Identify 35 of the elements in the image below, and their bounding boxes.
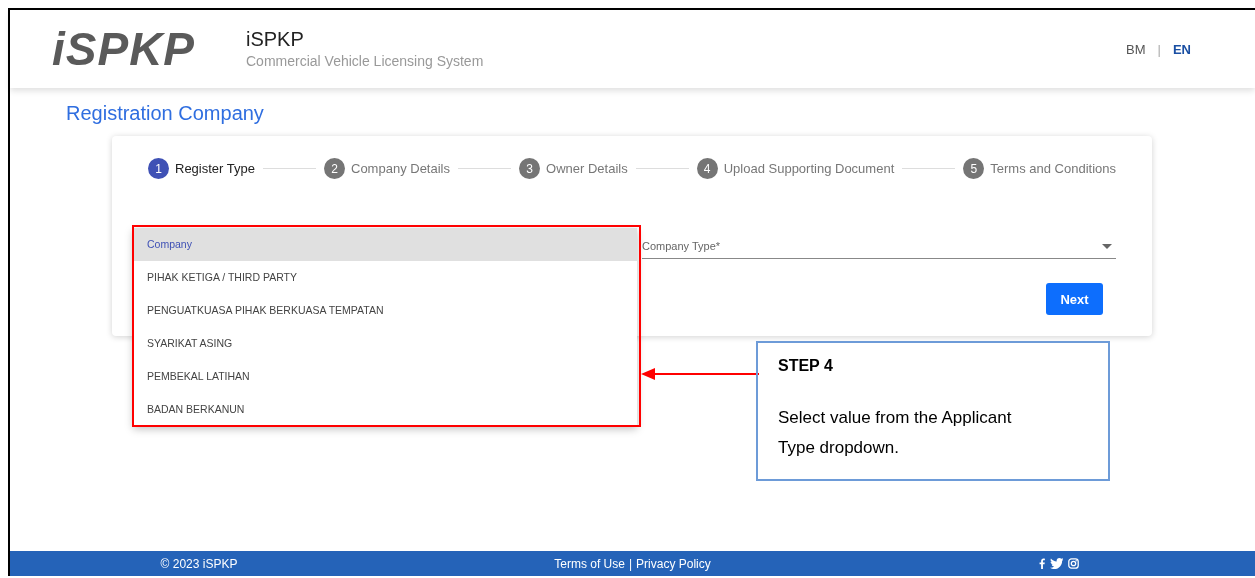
language-link[interactable]: EN xyxy=(1172,41,1191,57)
footer-link[interactable]: Privacy Policy xyxy=(636,556,711,571)
language-separator: | xyxy=(1157,41,1161,57)
step-label: Terms and Conditions xyxy=(990,161,1117,176)
step-number: 5 xyxy=(963,158,985,179)
language-link[interactable]: BM xyxy=(1126,41,1146,57)
dropdown-option[interactable]: BADAN BERKANUN xyxy=(133,393,637,426)
step-number: 3 xyxy=(519,158,541,179)
next-button[interactable]: Next xyxy=(1046,283,1103,315)
copyright-text: © 2023 iSPKP xyxy=(160,556,238,571)
dropdown-option[interactable]: PEMBEKAL LATIHAN xyxy=(133,360,637,393)
app-subtitle: Commercial Vehicle Licensing System xyxy=(246,52,484,71)
callout-text: Select value from the Applicant Type dropdown. xyxy=(778,407,1013,459)
callout-title: STEP 4 xyxy=(778,357,834,375)
facebook-icon[interactable] xyxy=(1038,558,1045,569)
step-number: 2 xyxy=(324,158,345,179)
camera-icon[interactable] xyxy=(1068,558,1080,569)
page-title: Registration Company xyxy=(66,101,265,126)
step-number: 1 xyxy=(148,158,169,179)
dropdown-option[interactable]: SYARIKAT ASING xyxy=(133,327,637,360)
twitter-bird-icon[interactable] xyxy=(1049,558,1064,569)
footer-link[interactable]: Terms of Use xyxy=(554,556,625,571)
step-label: Company Details xyxy=(351,161,450,176)
step-label: Upload Supporting Document xyxy=(723,161,895,176)
company-type-field[interactable]: Company Type* xyxy=(642,233,1116,259)
step-number: 4 xyxy=(696,158,718,179)
dropdown-option[interactable]: Company xyxy=(133,228,637,261)
caret-icon xyxy=(1102,244,1112,249)
dropdown-option[interactable]: PENGUATKUASA PIHAK BERKUASA TEMPATAN xyxy=(133,294,637,327)
step-label: Owner Details xyxy=(546,161,628,176)
step-label: Register Type xyxy=(175,161,255,176)
link-separator: | xyxy=(628,556,633,571)
dropdown-option[interactable]: PIHAK KETIGA / THIRD PARTY xyxy=(133,261,637,294)
logo-wordmark: iSPKP xyxy=(52,22,197,76)
app-title: iSPKP xyxy=(246,27,305,51)
